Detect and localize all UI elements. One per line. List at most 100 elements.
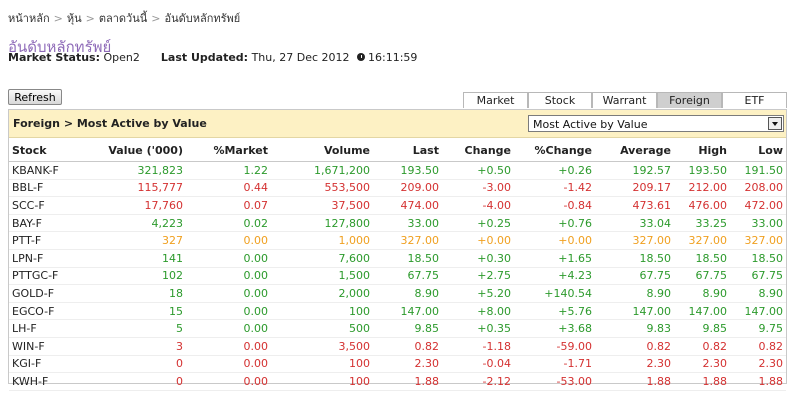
cell-change-pct: +3.68: [514, 319, 595, 338]
cell-change-pct: +5.76: [514, 302, 595, 321]
cell-low: 1.88: [730, 372, 786, 391]
cell-low: 2.30: [730, 355, 786, 374]
cell-market-pct: 0.02: [186, 214, 271, 233]
cell-high: 147.00: [674, 302, 730, 321]
cell-volume: 100: [271, 355, 373, 374]
breadcrumb-stock-link[interactable]: หุ้น: [67, 12, 82, 25]
cell-last: 33.00: [373, 214, 442, 233]
clock-icon: [357, 53, 366, 61]
table-row[interactable]: EGCO-F 15 0.00 100 147.00 +8.00 +5.76 147.00 147…: [9, 302, 786, 321]
cell-low: 208.00: [730, 179, 786, 198]
cell-high: 33.25: [674, 214, 730, 233]
cell-change-pct: +140.54: [514, 284, 595, 303]
cell-market-pct: 0.00: [186, 337, 271, 356]
table-row[interactable]: PTTGC-F 102 0.00 1,500 67.75 +2.75 +4.23 67.75 6…: [9, 267, 786, 286]
col-change-header[interactable]: Change: [442, 139, 514, 162]
cell-stock[interactable]: BBL-F: [9, 179, 79, 198]
cell-stock[interactable]: GOLD-F: [9, 284, 79, 303]
col-value-header[interactable]: Value ('000): [79, 139, 186, 162]
cell-change-pct: +4.23: [514, 267, 595, 286]
cell-stock[interactable]: BAY-F: [9, 214, 79, 233]
market-status-line: Market Status: Open2 Last Updated: Thu, …: [8, 51, 417, 64]
breadcrumb-separator: >: [85, 12, 95, 25]
cell-change: -1.18: [442, 337, 514, 356]
cell-stock[interactable]: PTT-F: [9, 231, 79, 250]
cell-stock[interactable]: SCC-F: [9, 196, 79, 215]
cell-change: +8.00: [442, 302, 514, 321]
cell-stock[interactable]: WIN-F: [9, 337, 79, 356]
cell-change: +0.25: [442, 214, 514, 233]
table-row[interactable]: GOLD-F 18 0.00 2,000 8.90 +5.20 +140.54 8.90 8.9…: [9, 284, 786, 303]
cell-last: 327.00: [373, 231, 442, 250]
refresh-button[interactable]: Refresh: [8, 89, 62, 105]
cell-stock[interactable]: PTTGC-F: [9, 267, 79, 286]
cell-low: 33.00: [730, 214, 786, 233]
page-title: อันดับหลักทรัพย์: [8, 38, 112, 52]
cell-high: 1.88: [674, 372, 730, 391]
cell-average: 2.30: [595, 355, 674, 374]
breadcrumb-market-today-link[interactable]: ตลาดวันนี้: [99, 12, 147, 25]
cell-high: 9.85: [674, 319, 730, 338]
table-row[interactable]: LH-F 5 0.00 500 9.85 +0.35 +3.68 9.83 9.85 9.75: [9, 319, 786, 338]
col-stock-header[interactable]: Stock: [9, 139, 79, 162]
cell-value: 15: [79, 302, 186, 321]
cell-volume: 1,500: [271, 267, 373, 286]
cell-low: 0.82: [730, 337, 786, 356]
col-low-header[interactable]: Low: [730, 139, 786, 162]
cell-value: 321,823: [79, 161, 186, 180]
cell-low: 472.00: [730, 196, 786, 215]
table-row[interactable]: PTT-F 327 0.00 1,000 327.00 +0.00 +0.00 327.00 3…: [9, 231, 786, 250]
cell-market-pct: 0.07: [186, 196, 271, 215]
cell-high: 8.90: [674, 284, 730, 303]
cell-stock[interactable]: KWH-F: [9, 372, 79, 391]
cell-stock[interactable]: KGI-F: [9, 355, 79, 374]
cell-last: 1.88: [373, 372, 442, 391]
col-average-header[interactable]: Average: [595, 139, 674, 162]
cell-volume: 553,500: [271, 179, 373, 198]
col-high-header[interactable]: High: [674, 139, 730, 162]
cell-high: 67.75: [674, 267, 730, 286]
cell-change: +0.00: [442, 231, 514, 250]
breadcrumb-home-link[interactable]: หน้าหลัก: [8, 12, 50, 25]
col-change-pct-header[interactable]: %Change: [514, 139, 595, 162]
cell-high: 2.30: [674, 355, 730, 374]
cell-value: 4,223: [79, 214, 186, 233]
table-row[interactable]: BBL-F 115,777 0.44 553,500 209.00 -3.00 -1.42 2…: [9, 179, 786, 198]
col-last-header[interactable]: Last: [373, 139, 442, 162]
table-row[interactable]: BAY-F 4,223 0.02 127,800 33.00 +0.25 +0.76 33.0…: [9, 214, 786, 233]
tab-etf[interactable]: ETF: [722, 92, 787, 108]
col-volume-header[interactable]: Volume: [271, 139, 373, 162]
cell-average: 33.04: [595, 214, 674, 233]
cell-low: 9.75: [730, 319, 786, 338]
tab-stock[interactable]: Stock: [528, 92, 592, 108]
cell-change: -3.00: [442, 179, 514, 198]
cell-low: 147.00: [730, 302, 786, 321]
cell-stock[interactable]: EGCO-F: [9, 302, 79, 321]
cell-stock[interactable]: LH-F: [9, 319, 79, 338]
cell-last: 147.00: [373, 302, 442, 321]
cell-change: -4.00: [442, 196, 514, 215]
tab-foreign[interactable]: Foreign: [657, 92, 722, 108]
cell-value: 3: [79, 337, 186, 356]
table-row[interactable]: KGI-F 0 0.00 100 2.30 -0.04 -1.71 2.30 2.30 2.30: [9, 355, 786, 374]
col-market-pct-header[interactable]: %Market: [186, 139, 271, 162]
chevron-down-icon[interactable]: [768, 117, 782, 130]
cell-change-pct: -53.00: [514, 372, 595, 391]
table-row[interactable]: LPN-F 141 0.00 7,600 18.50 +0.30 +1.65 18.50 18.…: [9, 249, 786, 268]
market-status-value: Open2: [103, 51, 140, 64]
cell-market-pct: 0.44: [186, 179, 271, 198]
table-row[interactable]: KBANK-F 321,823 1.22 1,671,200 193.50 +0.50 +0…: [9, 161, 786, 180]
cell-average: 147.00: [595, 302, 674, 321]
cell-change-pct: -0.84: [514, 196, 595, 215]
cell-stock[interactable]: LPN-F: [9, 249, 79, 268]
cell-change-pct: -1.42: [514, 179, 595, 198]
ranking-type-select[interactable]: Most Active by Value: [528, 115, 784, 132]
table-row[interactable]: KWH-F 0 0.00 100 1.88 -2.12 -53.00 1.88 1.88 1.88: [9, 372, 786, 391]
tab-market[interactable]: Market: [463, 92, 528, 108]
table-row[interactable]: SCC-F 17,760 0.07 37,500 474.00 -4.00 -0.84 473…: [9, 196, 786, 215]
tab-warrant[interactable]: Warrant: [592, 92, 657, 108]
table-row[interactable]: WIN-F 3 0.00 3,500 0.82 -1.18 -59.00 0.82 0.82 0.…: [9, 337, 786, 356]
cell-stock[interactable]: KBANK-F: [9, 161, 79, 180]
cell-average: 0.82: [595, 337, 674, 356]
ranking-table: Stock Value ('000) %Market Volume Last C…: [9, 139, 786, 391]
